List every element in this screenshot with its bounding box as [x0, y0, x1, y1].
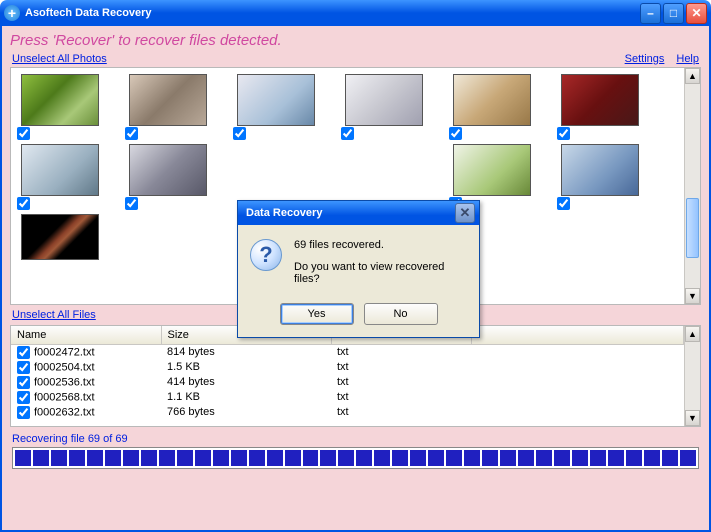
- recovery-dialog: Data Recovery ✕ ? 69 files recovered. Do…: [237, 200, 480, 338]
- unselect-all-files-link[interactable]: Unselect All Files: [12, 309, 96, 321]
- file-checkbox[interactable]: [17, 376, 30, 389]
- unselect-all-photos-link[interactable]: Unselect All Photos: [12, 53, 107, 65]
- table-row[interactable]: f0002472.txt814 bytestxt: [11, 344, 684, 360]
- scroll-up-icon[interactable]: ▲: [685, 326, 700, 342]
- files-scrollbar[interactable]: ▲ ▼: [684, 326, 700, 426]
- photo-checkbox[interactable]: [449, 127, 462, 140]
- scroll-down-icon[interactable]: ▼: [685, 410, 700, 426]
- app-icon: +: [4, 5, 20, 21]
- file-checkbox[interactable]: [17, 346, 30, 359]
- table-row[interactable]: f0002536.txt414 bytestxt: [11, 375, 684, 390]
- progress-bar: [12, 447, 699, 469]
- photo-checkbox[interactable]: [557, 197, 570, 210]
- app-title: Asoftech Data Recovery: [25, 7, 640, 19]
- maximize-button[interactable]: □: [663, 3, 684, 24]
- photo-thumbnail[interactable]: [561, 144, 639, 196]
- photo-checkbox[interactable]: [17, 197, 30, 210]
- photo-checkbox[interactable]: [125, 127, 138, 140]
- photo-checkbox[interactable]: [17, 127, 30, 140]
- titlebar: + Asoftech Data Recovery – □ ✕: [0, 0, 711, 26]
- yes-button[interactable]: Yes: [280, 303, 354, 325]
- scroll-down-icon[interactable]: ▼: [685, 288, 700, 304]
- photo-thumbnail[interactable]: [561, 74, 639, 126]
- settings-link[interactable]: Settings: [625, 53, 665, 65]
- dialog-title: Data Recovery: [242, 207, 455, 219]
- table-row[interactable]: f0002504.txt1.5 KBtxt: [11, 360, 684, 375]
- table-row[interactable]: f0002632.txt766 bytestxt: [11, 405, 684, 420]
- dialog-titlebar: Data Recovery ✕: [238, 201, 479, 225]
- file-checkbox[interactable]: [17, 406, 30, 419]
- dialog-message-1: 69 files recovered.: [294, 239, 467, 251]
- column-header-name[interactable]: Name: [11, 326, 161, 344]
- photo-checkbox[interactable]: [341, 127, 354, 140]
- table-row[interactable]: f0002568.txt1.1 KBtxt: [11, 390, 684, 405]
- help-link[interactable]: Help: [676, 53, 699, 65]
- photo-thumbnail[interactable]: [129, 74, 207, 126]
- photo-thumbnail[interactable]: [345, 74, 423, 126]
- dialog-close-button[interactable]: ✕: [455, 203, 475, 223]
- photo-thumbnail[interactable]: [21, 144, 99, 196]
- close-button[interactable]: ✕: [686, 3, 707, 24]
- photo-checkbox[interactable]: [125, 197, 138, 210]
- photo-thumbnail[interactable]: [453, 144, 531, 196]
- column-header-empty[interactable]: [471, 326, 684, 344]
- file-checkbox[interactable]: [17, 391, 30, 404]
- scroll-thumb[interactable]: [686, 198, 699, 258]
- minimize-button[interactable]: –: [640, 3, 661, 24]
- photo-checkbox[interactable]: [233, 127, 246, 140]
- progress-label: Recovering file 69 of 69: [6, 427, 705, 447]
- file-checkbox[interactable]: [17, 361, 30, 374]
- instruction-text: Press 'Recover' to recover files detecte…: [6, 30, 705, 53]
- question-icon: ?: [250, 239, 282, 271]
- photo-thumbnail[interactable]: [453, 74, 531, 126]
- photo-checkbox[interactable]: [557, 127, 570, 140]
- scroll-up-icon[interactable]: ▲: [685, 68, 700, 84]
- files-panel: Name Size Extension f0002472.txt814 byte…: [10, 325, 701, 427]
- photo-thumbnail[interactable]: [21, 74, 99, 126]
- photo-thumbnail[interactable]: [21, 214, 99, 260]
- photos-scrollbar[interactable]: ▲ ▼: [684, 68, 700, 304]
- no-button[interactable]: No: [364, 303, 438, 325]
- photo-thumbnail[interactable]: [237, 74, 315, 126]
- dialog-message-2: Do you want to view recovered files?: [294, 261, 467, 285]
- photo-thumbnail[interactable]: [129, 144, 207, 196]
- files-table: Name Size Extension f0002472.txt814 byte…: [11, 326, 684, 420]
